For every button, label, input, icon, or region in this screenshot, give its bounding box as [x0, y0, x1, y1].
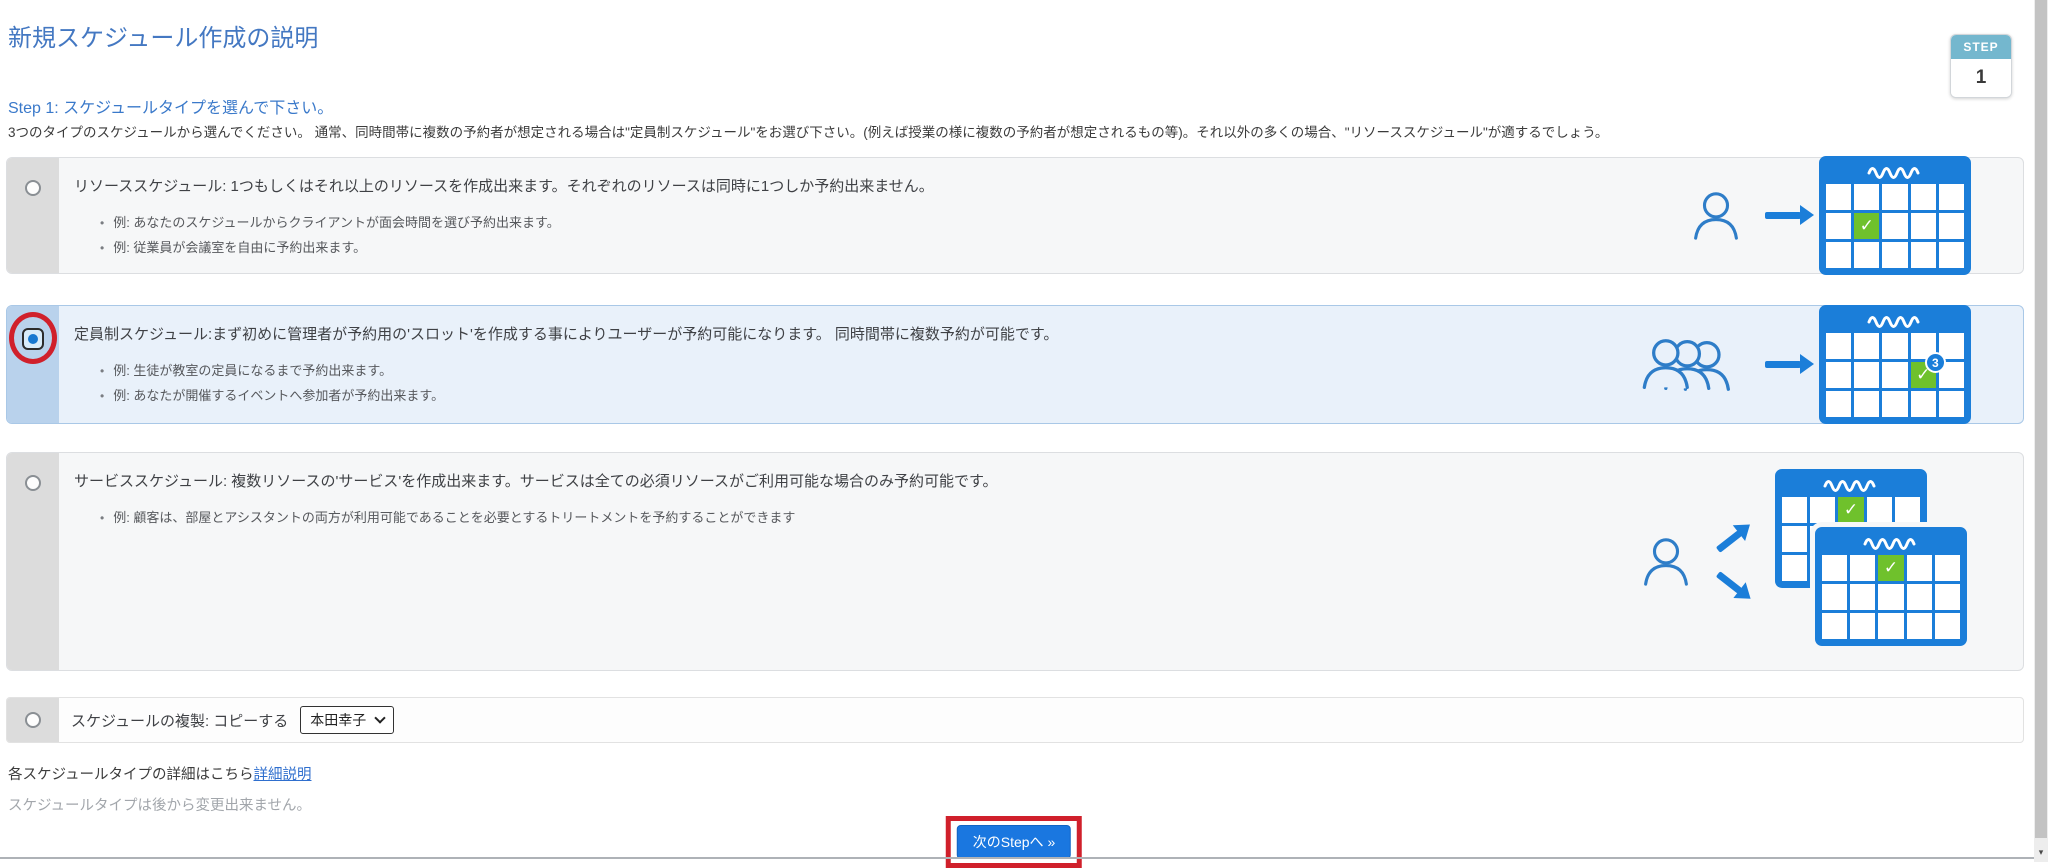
dual-calendar-illustration: ✓ ✓ [1775, 469, 1971, 655]
next-step-button[interactable]: 次のStepへ » [957, 825, 1071, 859]
example-item: 例: あなたが開催するイベントへ参加者が予約出来ます。 [100, 383, 1625, 408]
option-capacity-schedule[interactable]: 定員制スケジュール:まず初めに管理者が予約用の'スロット'を作成する事によりユー… [6, 305, 2024, 424]
vertical-scrollbar[interactable]: ▾ [2034, 0, 2048, 862]
step-heading: Step 1: スケジュールタイプを選んで下さい。 [8, 94, 333, 118]
person-icon [1685, 184, 1747, 248]
scrollbar-thumb[interactable] [2035, 0, 2047, 838]
option-content: リソーススケジュール: 1つもしくはそれ以上のリソースを作成出来ます。それぞれの… [59, 158, 1685, 273]
duplicate-label: スケジュールの複製: コピーする [71, 710, 288, 731]
option-examples: 例: 生徒が教室の定員になるまで予約出来ます。 例: あなたが開催するイベントへ… [74, 358, 1625, 409]
option-service-schedule[interactable]: サービススケジュール: 複数リソースの'サービス'を作成出来ます。サービスは全て… [6, 452, 2024, 671]
check-icon: ✓3 [1911, 362, 1936, 388]
radio-column [7, 306, 59, 423]
radio-column [7, 158, 59, 273]
capacity-radio-button-selected[interactable] [22, 328, 44, 350]
example-item: 例: あなたのスケジュールからクライアントが面会時間を選び予約出来ます。 [100, 210, 1675, 235]
page-title: 新規スケジュール作成の説明 [8, 18, 318, 53]
step-badge-label: STEP [1951, 35, 2011, 59]
service-illustration: ✓ ✓ [1635, 453, 2023, 670]
user-group-icon [1635, 332, 1747, 398]
next-step-area: 次のStepへ » [946, 816, 1082, 868]
example-item: 例: 従業員が会議室を自由に予約出来ます。 [100, 235, 1675, 260]
example-item: 例: 顧客は、部屋とアシスタントの両方が利用可能であることを必要とするトリートメ… [100, 505, 1625, 530]
schedule-source-select[interactable]: 本田幸子 [300, 706, 394, 734]
option-resource-schedule[interactable]: リソーススケジュール: 1つもしくはそれ以上のリソースを作成出来ます。それぞれの… [6, 157, 2024, 274]
arrow-right-icon [1765, 361, 1801, 368]
option-heading: リソーススケジュール: 1つもしくはそれ以上のリソースを作成出来ます。それぞれの… [74, 175, 1675, 196]
details-text: 各スケジュールタイプの詳細はこちら [8, 767, 253, 783]
radio-column [7, 698, 59, 742]
calendar-icon: ✓3 [1819, 305, 1971, 424]
person-icon [1635, 530, 1697, 594]
calendar-icon: ✓ [1815, 527, 1967, 646]
radio-column [7, 453, 59, 670]
option-duplicate-schedule[interactable]: スケジュールの複製: コピーする 本田幸子 [6, 697, 2024, 743]
scrollbar-down-arrow-icon[interactable]: ▾ [2034, 844, 2048, 860]
calendar-binding-icon [1819, 531, 1963, 555]
check-icon: ✓ [1838, 497, 1863, 523]
step-description: 3つのタイプのスケジュールから選んでください。 通常、同時間帯に複数の予約者が想… [8, 121, 2028, 141]
arrow-up-right-icon [1716, 530, 1742, 553]
select-value: 本田幸子 [310, 710, 366, 730]
arrow-down-right-icon [1716, 571, 1742, 594]
step-badge-number: 1 [1951, 59, 2011, 97]
calendar-binding-icon [1779, 473, 1923, 497]
duplicate-row-body: スケジュールの複製: コピーする 本田幸子 [59, 698, 394, 742]
arrow-right-icon [1765, 212, 1801, 219]
duplicate-radio-button[interactable] [25, 712, 41, 728]
type-change-note: スケジュールタイプは後から変更出来ません。 [8, 794, 311, 815]
diagonal-arrows [1715, 538, 1743, 586]
check-icon: ✓ [1854, 213, 1879, 239]
option-content: サービススケジュール: 複数リソースの'サービス'を作成出来ます。サービスは全て… [59, 453, 1635, 670]
service-radio-button[interactable] [25, 475, 41, 491]
details-link[interactable]: 詳細説明 [253, 767, 311, 783]
details-line: 各スケジュールタイプの詳細はこちら詳細説明 [8, 763, 311, 784]
check-icon: ✓ [1878, 555, 1903, 581]
calendar-binding-icon [1823, 309, 1967, 333]
capacity-illustration: ✓3 [1635, 306, 2023, 423]
example-item: 例: 生徒が教室の定員になるまで予約出来ます。 [100, 358, 1625, 383]
capacity-count-badge: 3 [1925, 352, 1946, 373]
option-content: 定員制スケジュール:まず初めに管理者が予約用の'スロット'を作成する事によりユー… [59, 306, 1635, 423]
option-heading: サービススケジュール: 複数リソースの'サービス'を作成出来ます。サービスは全て… [74, 470, 1625, 491]
option-examples: 例: あなたのスケジュールからクライアントが面会時間を選び予約出来ます。 例: … [74, 210, 1675, 261]
page-bottom-divider [0, 857, 2048, 859]
calendar-icon: ✓ [1819, 156, 1971, 275]
option-heading: 定員制スケジュール:まず初めに管理者が予約用の'スロット'を作成する事によりユー… [74, 323, 1625, 344]
chevron-down-icon [375, 712, 386, 723]
resource-illustration: ✓ [1685, 158, 2023, 273]
step-indicator: STEP 1 [1950, 34, 2012, 98]
red-rectangle-annotation: 次のStepへ » [946, 816, 1082, 868]
resource-radio-button[interactable] [25, 180, 41, 196]
calendar-binding-icon [1823, 160, 1967, 184]
option-examples: 例: 顧客は、部屋とアシスタントの両方が利用可能であることを必要とするトリートメ… [74, 505, 1625, 530]
